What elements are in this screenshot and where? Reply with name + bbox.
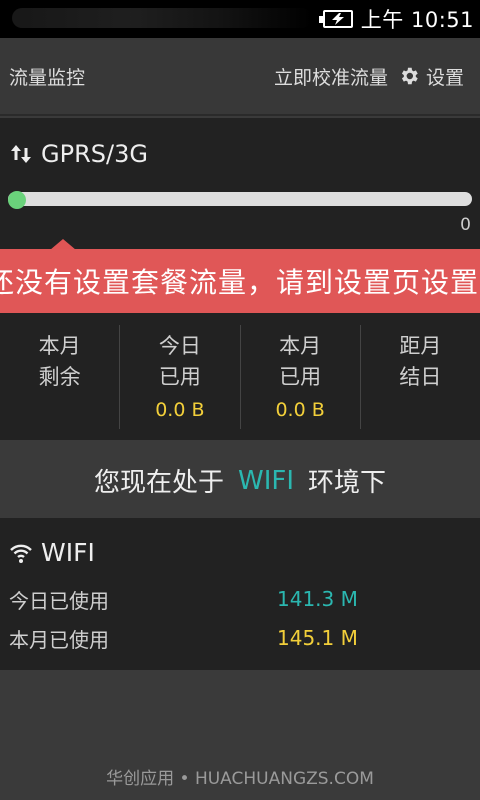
warning-text: 还没有设置套餐流量，请到设置页设置 xyxy=(0,266,480,299)
stat-label-line1: 本月 xyxy=(279,334,322,358)
settings-button[interactable]: 设置 xyxy=(398,63,464,90)
settings-label: 设置 xyxy=(425,66,464,89)
gprs-progress-knob xyxy=(8,191,26,209)
wifi-environment-notice: 您现在处于 WIFI 环境下 xyxy=(0,443,480,518)
stat-month-used: 本月 已用 0.0 B xyxy=(241,325,361,429)
calibrate-traffic-button[interactable]: 立即校准流量 xyxy=(274,63,388,90)
up-down-arrows-icon xyxy=(11,145,31,163)
warning-banner[interactable]: 还没有设置套餐流量，请到设置页设置 xyxy=(0,249,480,313)
status-bar: 上午 10:51 xyxy=(0,0,480,38)
stat-days-to-cycle-end: 距月 结日 xyxy=(361,325,480,429)
wifi-panel: WIFI 今日已使用 141.3 M 本月已使用 145.1 M xyxy=(0,518,480,670)
stat-label-line2: 已用 xyxy=(279,365,322,389)
wifi-month-value: 145.1 M xyxy=(277,626,358,650)
stat-today-used: 今日 已用 0.0 B xyxy=(120,325,241,429)
gprs-progress-max: 0 xyxy=(460,215,471,235)
header: 流量监控 立即校准流量 设置 xyxy=(0,38,480,116)
page-title: 流量监控 xyxy=(9,66,86,89)
gprs-title: GPRS/3G xyxy=(41,140,148,168)
stat-month-remaining: 本月 剩余 xyxy=(0,325,121,429)
wifi-title: WIFI xyxy=(41,538,95,567)
notification-icons-blurred xyxy=(12,8,312,28)
wifi-notice-highlight: WIFI xyxy=(238,465,294,496)
gprs-panel: GPRS/3G 0 还没有设置套餐流量，请到设置页设置 本月 剩余 今日 已用 … xyxy=(0,118,480,440)
stat-label-line2: 结日 xyxy=(399,365,442,389)
footer-watermark: 华创应用 • HUACHUANGZS.COM xyxy=(106,769,374,789)
wifi-heading: WIFI xyxy=(9,538,95,567)
header-actions: 立即校准流量 设置 xyxy=(274,63,464,90)
wifi-notice-suffix: 环境下 xyxy=(308,468,387,498)
stat-value: 0.0 B xyxy=(275,399,325,421)
stat-value: 0.0 B xyxy=(155,399,205,421)
wifi-month-row: 本月已使用 145.1 M xyxy=(9,623,479,653)
gprs-progress-bar xyxy=(8,192,472,206)
wifi-today-value: 141.3 M xyxy=(277,587,358,611)
gprs-heading: GPRS/3G xyxy=(9,140,148,168)
wifi-month-label: 本月已使用 xyxy=(9,627,109,652)
wifi-notice-prefix: 您现在处于 xyxy=(93,468,224,498)
stat-label-line1: 距月 xyxy=(399,334,442,358)
gprs-stats-row: 本月 剩余 今日 已用 0.0 B 本月 已用 0.0 B 距月 结日 xyxy=(0,325,480,429)
wifi-today-row: 今日已使用 141.3 M xyxy=(9,584,479,614)
stat-label-line2: 剩余 xyxy=(38,365,81,389)
status-time: 上午 10:51 xyxy=(360,8,474,32)
wifi-today-label: 今日已使用 xyxy=(9,588,109,613)
gear-icon xyxy=(401,67,418,85)
stat-label-line1: 今日 xyxy=(158,334,201,358)
battery-charging-icon xyxy=(318,10,353,28)
stat-label-line1: 本月 xyxy=(38,334,81,358)
stat-label-line2: 已用 xyxy=(158,365,201,389)
wifi-icon xyxy=(10,544,32,563)
